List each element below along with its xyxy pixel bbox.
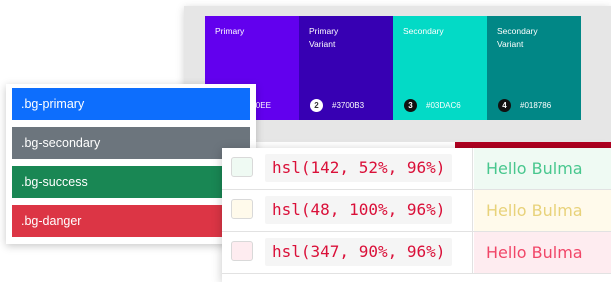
sample-text-cell: Hello Bulma [474,232,611,273]
column-divider [472,190,473,231]
swatch-number-badge: 4 [498,99,511,112]
sample-text-cell: Hello Bulma [474,148,611,189]
swatch-hex-row: 2 #3700B3 [310,99,364,112]
swatch-secondary-variant: Secondary Variant 4 #018786 [487,16,581,120]
swatch-secondary: Secondary 3 #03DAC6 [393,16,487,120]
swatch-name: Secondary [403,26,444,36]
swatch-hex-row: 3 #03DAC6 [404,99,461,112]
swatch-hex: #018786 [520,101,552,110]
swatch-hex: #3700B3 [332,101,365,110]
swatch-number-badge: 3 [404,99,417,112]
column-divider [472,232,473,273]
swatch-hex: #03DAC6 [426,101,461,110]
color-preview-square [231,199,253,219]
bootstrap-bg-panel: .bg-primary .bg-secondary .bg-success .b… [6,84,256,244]
hsl-code: hsl(347, 90%, 96%) [265,238,453,266]
table-row: hsl(347, 90%, 96%) Hello Bulma [222,232,611,274]
bulma-color-table: hsl(142, 52%, 96%) Hello Bulma hsl(48, 1… [222,148,611,282]
swatch-name: Primary [215,26,245,36]
column-divider [472,148,473,189]
sample-text-cell: Hello Bulma [474,190,611,231]
hsl-code: hsl(48, 100%, 96%) [265,196,453,224]
bg-success-row: .bg-success [12,166,250,198]
swatch-number-badge: 2 [310,99,323,112]
swatch-primary-variant: Primary Variant 2 #3700B3 [299,16,393,120]
bg-secondary-row: .bg-secondary [12,127,250,159]
bg-primary-row: .bg-primary [12,88,250,120]
table-row: hsl(142, 52%, 96%) Hello Bulma [222,148,611,190]
bg-danger-row: .bg-danger [12,205,250,237]
swatch-name: Secondary Variant [497,26,538,49]
color-preview-square [231,241,253,261]
color-preview-square [231,157,253,177]
material-swatches: Primary 1 #6200EE Primary Variant 2 #370… [205,16,581,120]
table-row: hsl(48, 100%, 96%) Hello Bulma [222,190,611,232]
swatch-name: Primary Variant [309,26,339,49]
hsl-code: hsl(142, 52%, 96%) [265,154,453,182]
swatch-hex-row: 4 #018786 [498,99,551,112]
